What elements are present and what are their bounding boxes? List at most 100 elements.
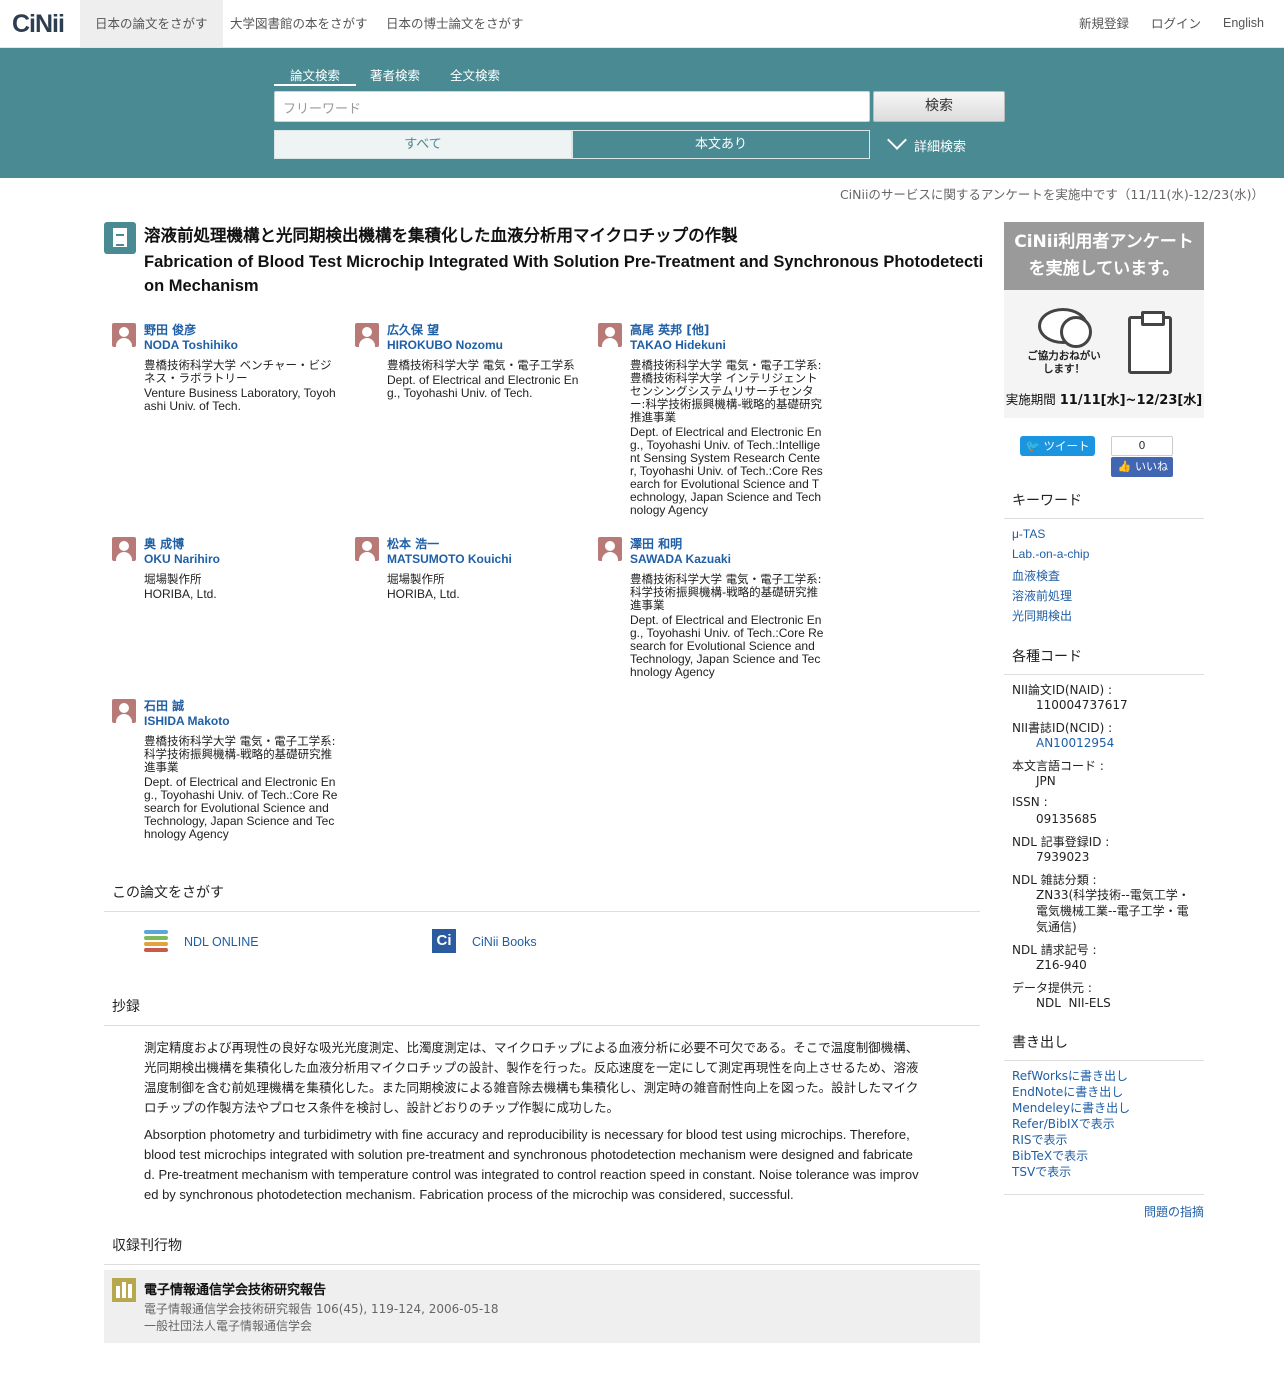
author-name-en[interactable]: NODA Toshihiko [144,338,336,353]
cinii-books-icon: Ci [432,929,456,953]
author-name-en[interactable]: MATSUMOTO Kouichi [387,552,579,567]
code-label: 本文言語コード : [1012,759,1104,773]
tweet-button[interactable]: 🐦 ツイート [1020,436,1095,456]
banner-period-dates: 11/11[水]~12/23[水] [1059,393,1203,408]
search-button[interactable]: 検索 [873,91,1005,122]
advanced-search-label: 詳細検索 [914,140,967,155]
english-link[interactable]: English [1223,0,1264,47]
author-affiliation-en: Dept. of Electrical and Electronic Eng.,… [630,425,823,517]
code-label: NDL 請求記号 : [1012,943,1097,957]
author-card: 奥 成博 OKU Narihiro 堀場製作所 HORIBA, Ltd. [112,537,336,601]
author-name-ja[interactable]: 石田 誠 [144,699,338,714]
ncid-link[interactable]: AN10012954 [1036,735,1196,751]
author-name-en[interactable]: SAWADA Kazuaki [630,552,824,567]
nav-tab-articles[interactable]: 日本の論文をさがす [80,0,223,47]
banner-period: 実施期間 11/11[水]~12/23[水] [1004,389,1204,408]
login-link[interactable]: ログイン [1151,0,1201,47]
author-card: 澤田 和明 SAWADA Kazuaki 豊橋技術科学大学 電気・電子工学系:科… [598,537,824,679]
page-title-ja: 溶液前処理機構と光同期検出機構を集積化した血液分析用マイクロチップの作製 [144,226,738,245]
author-name-ja[interactable]: 奥 成博 [144,537,336,552]
author-name-en[interactable]: OKU Narihiro [144,552,336,567]
journal-citation: 電子情報通信学会技術研究報告 106(45), 119-124, 2006-05… [144,1302,499,1316]
keyword-link[interactable]: 光同期検出 [1012,607,1072,624]
keyword-link[interactable]: 溶液前処理 [1012,587,1072,604]
abstract-heading: 抄録 [104,996,980,1026]
author-affiliation-ja: 豊橋技術科学大学 電気・電子工学系:科学技術振興機構-戦略的基礎研究推進事業 [144,734,336,774]
author-name-ja[interactable]: 澤田 和明 [630,537,824,552]
nav-tab-books[interactable]: 大学図書館の本をさがす [215,0,383,47]
code-label: ISSN : [1012,795,1048,809]
code-value: 09135685 [1036,812,1098,826]
abstract-en: Absorption photometry and turbidimetry w… [144,1127,919,1202]
journal-heading: 収録刊行物 [104,1235,980,1265]
author-name-ja[interactable]: 松本 浩一 [387,537,579,552]
code-value: NDL NII-ELS [1036,996,1111,1010]
tab-article-search[interactable]: 論文検索 [274,65,357,86]
export-mendeley-link[interactable]: Mendeleyに書き出し [1012,1099,1130,1116]
author-name-ja[interactable]: 野田 俊彦 [144,323,336,338]
twitter-bird-icon: 🐦 [1025,439,1040,453]
keyword-link[interactable]: μ-TAS [1012,527,1045,541]
journal-title-link[interactable]: 電子情報通信学会技術研究報告 [144,1279,326,1298]
export-tsv-link[interactable]: TSVで表示 [1012,1163,1071,1180]
export-refer-link[interactable]: Refer/BibIXで表示 [1012,1115,1115,1132]
sidebar-divider [1004,1194,1204,1195]
tab-author-search[interactable]: 著者検索 [370,65,420,86]
banner-title-line2: を実施しています。 [1028,259,1180,279]
author-card: 石田 誠 ISHIDA Makoto 豊橋技術科学大学 電気・電子工学系:科学技… [112,699,338,841]
person-icon [598,323,622,347]
search-input[interactable]: フリーワード [274,91,870,122]
code-value: JPN [1036,774,1056,788]
clipboard-icon [1128,311,1172,374]
keyword-link[interactable]: 血液検査 [1012,567,1060,584]
smile-face-icon [1060,316,1092,348]
author-card: 広久保 望 HIROKUBO Nozomu 豊橋技術科学大学 電気・電子工学系 … [355,323,579,400]
author-affiliation-en: Dept. of Electrical and Electronic Eng.,… [144,775,338,841]
author-name-en[interactable]: ISHIDA Makoto [144,714,338,729]
code-label: NDL 雑誌分類 : [1012,873,1097,887]
banner-title-line1: CiNii利用者アンケート [1014,232,1194,252]
codes-heading: 各種コード [1004,646,1204,675]
page-title-en: Fabrication of Blood Test Microchip Inte… [144,253,984,295]
author-affiliation-ja: 堀場製作所 [387,572,445,586]
code-value: ZN33(科学技術--電気工学・電気機械工業--電子工学・電気通信) [1036,888,1190,934]
tab-fulltext-search[interactable]: 全文検索 [450,65,500,86]
code-value: Z16-940 [1036,958,1087,972]
cinii-logo[interactable]: CiNii [12,10,65,39]
register-link[interactable]: 新規登録 [1079,0,1129,47]
export-endnote-link[interactable]: EndNoteに書き出し [1012,1083,1123,1100]
ndl-online-link[interactable]: NDL ONLINE [184,935,259,949]
author-name-en[interactable]: HIROKUBO Nozomu [387,338,579,353]
article-icon [104,222,136,254]
filter-all-button[interactable]: すべて [274,130,572,159]
nav-tab-dissertations[interactable]: 日本の博士論文をさがす [371,0,539,47]
facebook-like[interactable]: 0 👍 いいね [1111,436,1173,477]
author-name-ja[interactable]: 広久保 望 [387,323,579,338]
like-label: いいね [1135,460,1168,473]
author-affiliation-en: HORIBA, Ltd. [387,587,460,601]
author-name-ja[interactable]: 高尾 英邦 [他] [630,323,824,338]
advanced-search-toggle[interactable]: 詳細検索 [887,130,967,155]
like-button[interactable]: 👍 いいね [1111,457,1173,477]
journal-card: 電子情報通信学会技術研究報告 電子情報通信学会技術研究報告 106(45), 1… [104,1270,980,1343]
person-icon [112,323,136,347]
keywords-heading: キーワード [1004,490,1204,519]
author-name-en[interactable]: TAKAO Hidekuni [630,338,824,353]
export-refworks-link[interactable]: RefWorksに書き出し [1012,1067,1128,1084]
code-label: NII論文ID(NAID) : [1012,683,1113,697]
cinii-books-link[interactable]: CiNii Books [472,935,537,949]
export-bibtex-link[interactable]: BibTeXで表示 [1012,1147,1088,1164]
top-nav: CiNii 日本の論文をさがす 大学図書館の本をさがす 日本の博士論文をさがす … [0,0,1284,48]
keyword-link[interactable]: Lab.-on-a-chip [1012,547,1089,561]
survey-notice[interactable]: CiNiiのサービスに関するアンケートを実施中です（11/11(水)-12/23… [840,184,1264,203]
survey-banner[interactable]: CiNii利用者アンケート を実施しています。 ご協力おねがいします！ 実施期間… [1004,222,1204,418]
report-issue-link[interactable]: 問題の指摘 [1144,1203,1204,1220]
author-card: 高尾 英邦 [他] TAKAO Hidekuni 豊橋技術科学大学 電気・電子工… [598,323,824,517]
code-value: 110004737617 [1036,698,1128,712]
author-card: 野田 俊彦 NODA Toshihiko 豊橋技術科学大学 ベンチャー・ビジネス… [112,323,336,413]
export-ris-link[interactable]: RISで表示 [1012,1131,1068,1148]
search-band: 論文検索 著者検索 全文検索 フリーワード 検索 すべて 本文あり 詳細検索 [0,48,1284,178]
journal-publisher: 一般社団法人電子情報通信学会 [144,1319,313,1333]
filter-fulltext-button[interactable]: 本文あり [572,130,870,159]
banner-period-label: 実施期間 [1005,392,1056,407]
